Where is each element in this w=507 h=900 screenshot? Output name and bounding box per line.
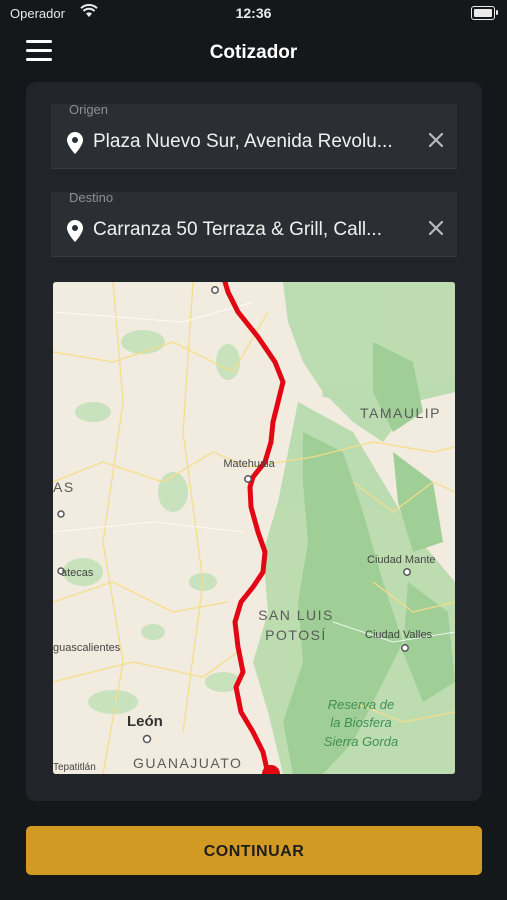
- battery-icon: [471, 6, 498, 20]
- map-label: Matehuala: [223, 458, 275, 470]
- page-title: Cotizador: [209, 42, 298, 63]
- destination-input[interactable]: Carranza 50 Terraza & Grill, Call...: [93, 219, 413, 241]
- origin-label: Origen: [69, 102, 109, 117]
- continue-button[interactable]: CONTINUAR: [26, 826, 482, 875]
- map-label: Ciudad Valles: [365, 629, 433, 641]
- status-bar: Operador 12:36: [0, 0, 507, 28]
- map-label: SAN LUIS: [258, 607, 334, 623]
- map-label: la Biosfera: [330, 715, 391, 730]
- destination-label: Destino: [69, 190, 114, 205]
- map-label: GUANAJUATO: [133, 755, 242, 771]
- close-icon[interactable]: [427, 131, 445, 149]
- map-label: Sierra Gorda: [324, 734, 398, 749]
- map-label: AS: [53, 479, 75, 495]
- continue-button-label: CONTINUAR: [203, 843, 305, 860]
- location-pin-icon: [67, 132, 83, 154]
- map-label: atecas: [61, 567, 94, 579]
- location-pin-icon: [67, 220, 83, 242]
- map-label: León: [127, 713, 163, 730]
- close-icon[interactable]: [427, 219, 445, 237]
- origin-field[interactable]: Origen Plaza Nuevo Sur, Avenida Revolu..…: [51, 102, 457, 169]
- destination-field[interactable]: Destino Carranza 50 Terraza & Grill, Cal…: [51, 190, 457, 257]
- nav-bar: Cotizador: [0, 30, 507, 74]
- quote-card: Origen Plaza Nuevo Sur, Avenida Revolu..…: [26, 82, 482, 801]
- clock: 12:36: [235, 5, 272, 21]
- origin-input[interactable]: Plaza Nuevo Sur, Avenida Revolu...: [93, 131, 413, 153]
- map-label: TAMAULIP: [360, 405, 441, 421]
- map-label: guascalientes: [53, 642, 121, 654]
- route-map[interactable]: Matehuala atecas Ciudad Mante Ciudad Val…: [53, 282, 455, 774]
- map-label: POTOSÍ: [265, 627, 327, 643]
- map-label: Ciudad Mante: [367, 554, 436, 566]
- map-label: Tepatitlán: [53, 762, 96, 773]
- map-label: Reserva de: [328, 697, 394, 712]
